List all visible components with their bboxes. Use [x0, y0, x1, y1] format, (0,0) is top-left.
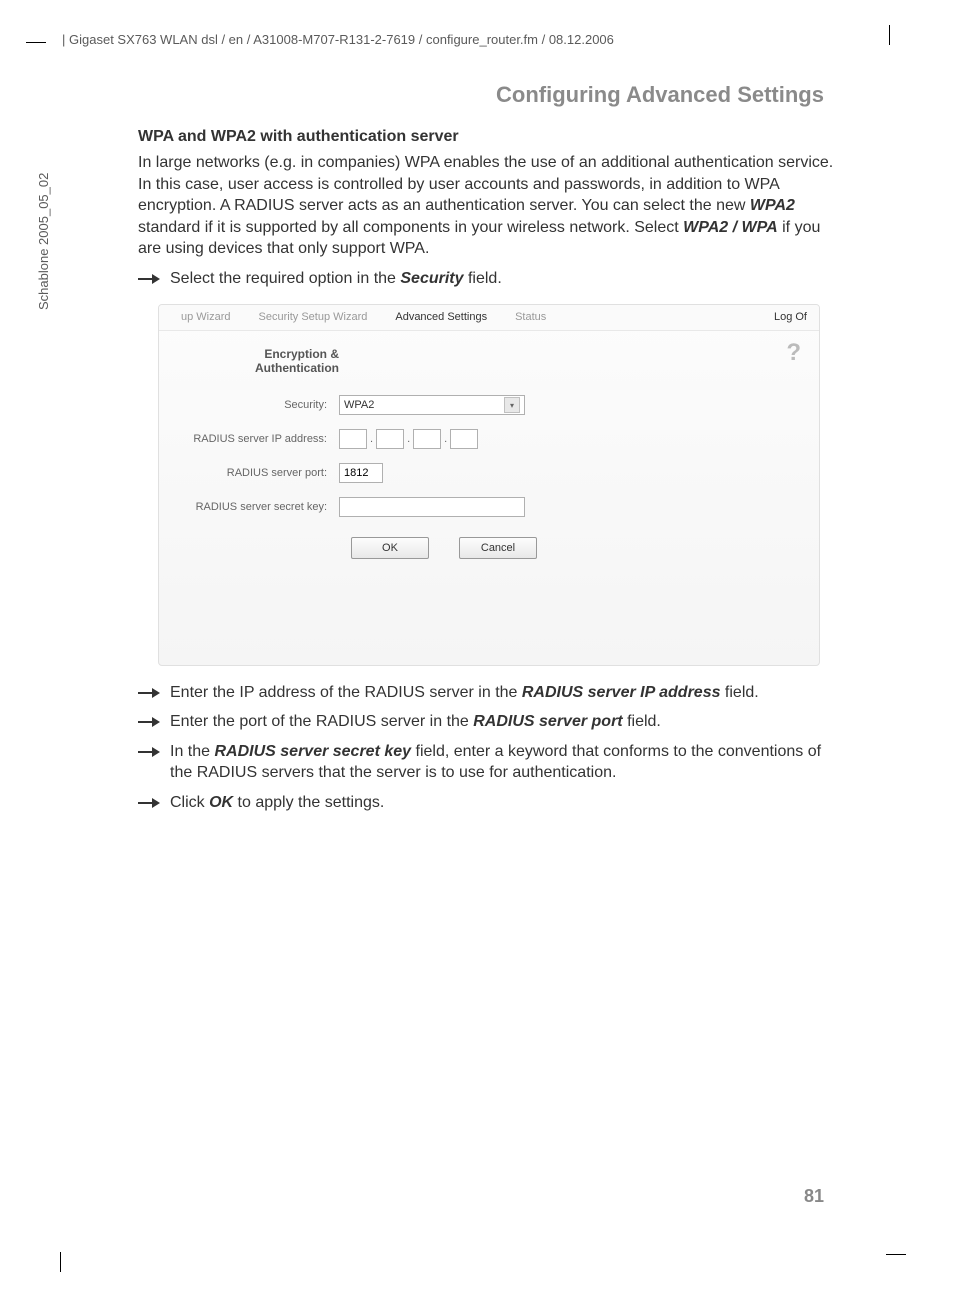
section-title: Configuring Advanced Settings [496, 82, 824, 108]
tab-wizard[interactable]: up Wizard [167, 311, 245, 323]
bullet-5: Click OK to apply the settings. [138, 792, 838, 814]
radius-port-label: RADIUS server port: [179, 467, 339, 479]
intro-paragraph: In large networks (e.g. in companies) WP… [138, 152, 838, 260]
tab-security-wizard[interactable]: Security Setup Wizard [245, 311, 382, 323]
arrow-right-icon [138, 686, 160, 700]
form-title: Encryption &Authentication [179, 347, 339, 376]
form-area: ? Encryption &Authentication Security: W… [159, 331, 819, 576]
arrow-right-icon [138, 715, 160, 729]
security-select[interactable]: WPA2 ▾ [339, 395, 525, 415]
radius-secret-input[interactable] [339, 497, 525, 517]
logoff-link[interactable]: Log Of [774, 311, 811, 323]
ip-octet-4[interactable] [450, 429, 478, 449]
page-number: 81 [804, 1186, 824, 1207]
arrow-right-icon [138, 745, 160, 759]
radius-ip-inputs: . . . [339, 429, 478, 449]
template-note: Schablone 2005_05_02 [36, 173, 51, 310]
subheading: WPA and WPA2 with authentication server [138, 128, 838, 146]
cancel-button[interactable]: Cancel [459, 537, 537, 559]
ip-octet-2[interactable] [376, 429, 404, 449]
security-label: Security: [179, 399, 339, 411]
bullet-1: Select the required option in the Securi… [138, 268, 838, 290]
bullet-2: Enter the IP address of the RADIUS serve… [138, 682, 838, 704]
arrow-right-icon [138, 272, 160, 286]
tabs-row: up Wizard Security Setup Wizard Advanced… [159, 305, 819, 331]
bullet-4: In the RADIUS server secret key field, e… [138, 741, 838, 784]
arrow-right-icon [138, 796, 160, 810]
radius-secret-label: RADIUS server secret key: [179, 501, 339, 513]
bullet-3: Enter the port of the RADIUS server in t… [138, 711, 838, 733]
radius-port-input[interactable] [339, 463, 383, 483]
header-path: | Gigaset SX763 WLAN dsl / en / A31008-M… [62, 32, 614, 47]
ip-octet-1[interactable] [339, 429, 367, 449]
router-ui-screenshot: up Wizard Security Setup Wizard Advanced… [158, 304, 820, 666]
ip-octet-3[interactable] [413, 429, 441, 449]
tab-advanced-settings[interactable]: Advanced Settings [381, 311, 501, 323]
chevron-down-icon: ▾ [504, 397, 520, 413]
help-icon[interactable]: ? [786, 339, 801, 367]
content-area: WPA and WPA2 with authentication server … [138, 128, 838, 814]
ok-button[interactable]: OK [351, 537, 429, 559]
radius-ip-label: RADIUS server IP address: [179, 433, 339, 445]
tab-status[interactable]: Status [501, 311, 560, 323]
